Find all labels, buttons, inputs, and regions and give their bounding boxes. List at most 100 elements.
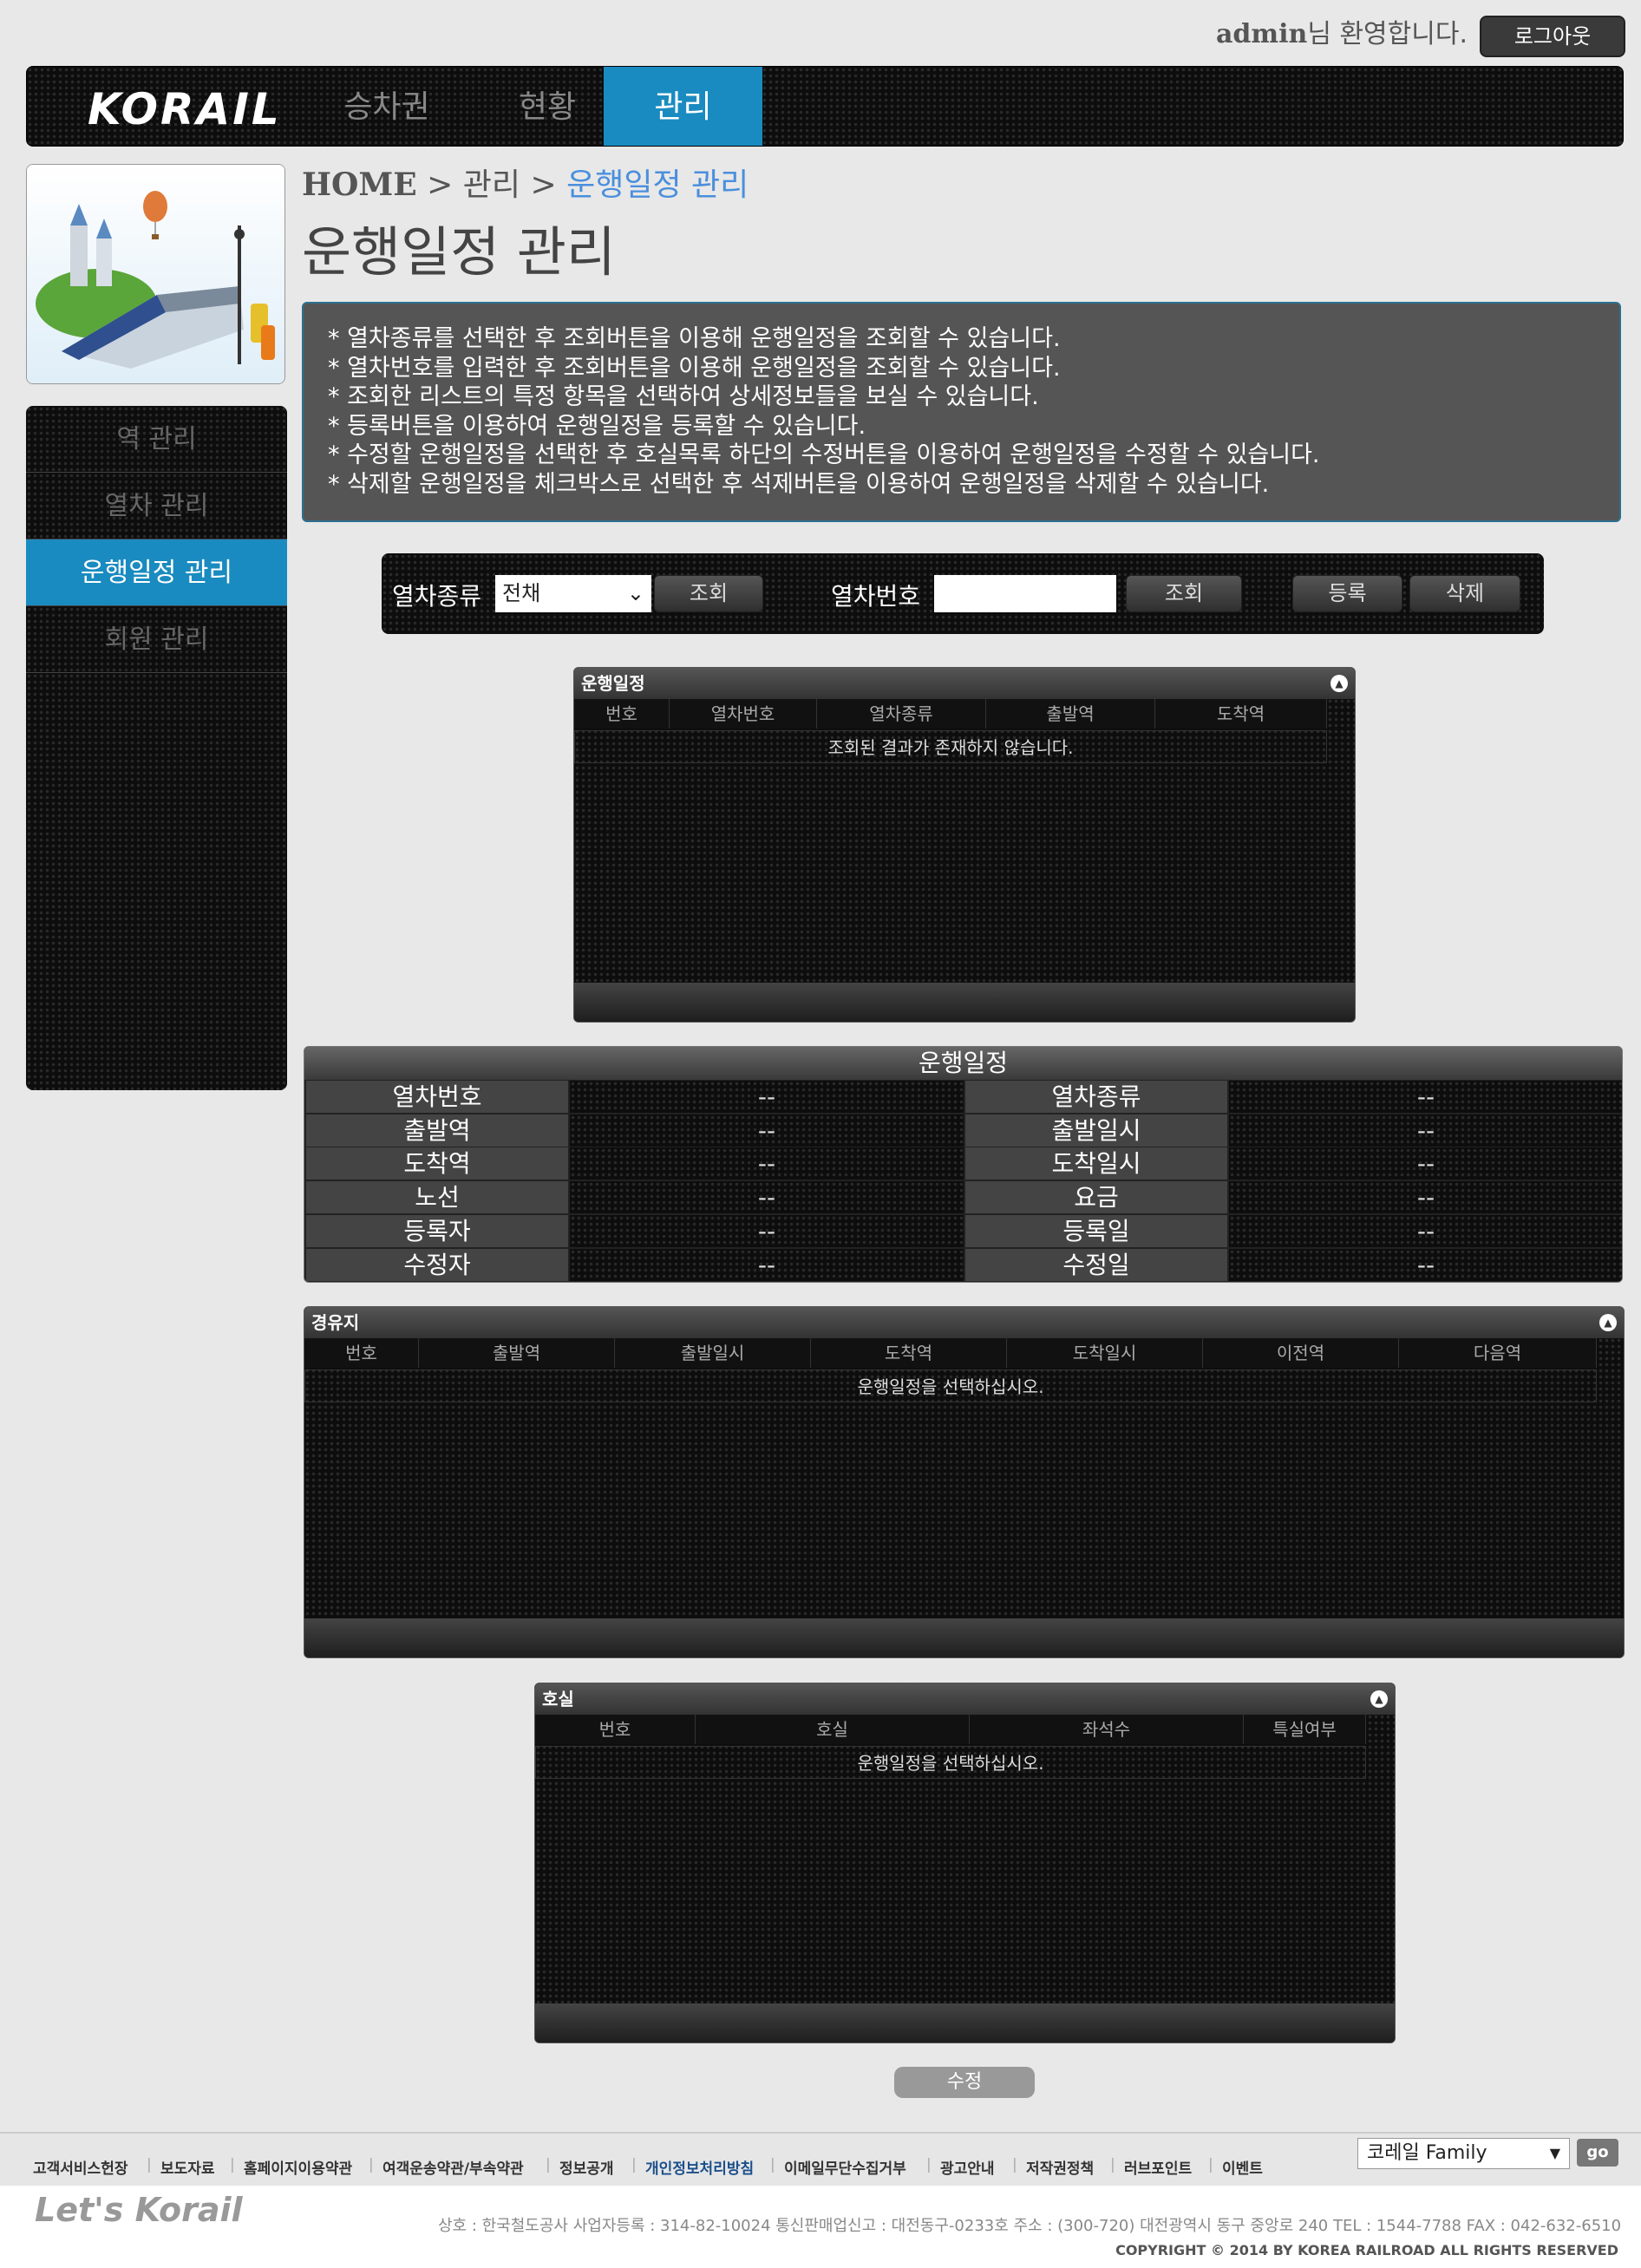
detail-value: --: [1229, 1147, 1622, 1180]
grid-footer: [535, 2003, 1395, 2043]
breadcrumb: HOME > 관리 > 운행일정 관리: [302, 160, 749, 205]
lets-korail-logo: Let's Korail: [35, 2191, 243, 2229]
detail-value: --: [570, 1147, 964, 1180]
help-line: * 열차종류를 선택한 후 조회버튼을 이용해 운행일정을 조회할 수 있습니다…: [328, 325, 1061, 352]
col-header[interactable]: 열차종류: [817, 699, 986, 729]
col-header[interactable]: 다음역: [1399, 1338, 1597, 1368]
col-header[interactable]: 번호: [574, 699, 670, 729]
collapse-icon[interactable]: ▲: [1599, 1314, 1617, 1331]
footer-link[interactable]: 저작권정책: [1026, 2156, 1094, 2178]
delete-button[interactable]: 삭제: [1409, 575, 1520, 612]
copyright: COPYRIGHT © 2014 BY KOREA RAILROAD ALL R…: [1115, 2242, 1618, 2258]
tab-admin[interactable]: 관리: [604, 67, 762, 146]
footer-link[interactable]: 개인정보처리방침: [645, 2156, 754, 2178]
footer-link[interactable]: 이벤트: [1222, 2156, 1263, 2178]
footer-link[interactable]: 이메일무단수집거부: [784, 2156, 906, 2178]
sidebar-item-train[interactable]: 열차 관리: [26, 473, 287, 539]
grid-header-row: 번호 열차번호 열차종류 출발역 도착역: [574, 699, 1327, 729]
col-header[interactable]: 출발일시: [615, 1338, 811, 1368]
company-info: 상호 : 한국철도공사 사업자등록 : 314-82-10024 통신판매업신고…: [438, 2217, 1622, 2235]
col-header[interactable]: 좌석수: [970, 1715, 1244, 1744]
col-header[interactable]: 번호: [535, 1715, 696, 1744]
edit-button[interactable]: 수정: [894, 2067, 1035, 2098]
family-site-select[interactable]: 코레일 Family ▼: [1357, 2138, 1570, 2169]
sidebar-item-member[interactable]: 회원 관리: [26, 606, 287, 673]
grid-title: 경유지: [304, 1307, 1624, 1338]
col-header[interactable]: 도착일시: [1007, 1338, 1203, 1368]
detail-value: --: [1229, 1181, 1622, 1214]
register-button[interactable]: 등록: [1292, 575, 1402, 612]
go-button[interactable]: go: [1577, 2139, 1618, 2167]
footer-link[interactable]: 정보공개: [559, 2156, 614, 2178]
col-header[interactable]: 특실여부: [1244, 1715, 1366, 1744]
help-line: * 열차번호를 입력한 후 조회버튼을 이용해 운행일정을 조회할 수 있습니다…: [328, 354, 1061, 382]
footer-separator: |: [631, 2156, 637, 2173]
dropdown-arrow-icon: ▼: [1549, 2145, 1560, 2161]
collapse-icon[interactable]: ▲: [1370, 1690, 1388, 1708]
empty-message: 조회된 결과가 존재하지 않습니다.: [574, 730, 1327, 763]
col-header[interactable]: 도착역: [1155, 699, 1327, 729]
detail-label: 도착역: [306, 1147, 568, 1180]
tab-status[interactable]: 현황: [478, 67, 617, 146]
detail-label: 등록자: [306, 1214, 568, 1247]
footer-link[interactable]: 보도자료: [160, 2156, 215, 2178]
schedule-detail-table: 운행일정 열차번호 -- 열차종류 -- 출발역 -- 출발일시 -- 도착역 -- 도착일시 -- 노…: [304, 1046, 1623, 1283]
col-header[interactable]: 번호: [304, 1338, 419, 1368]
sidebar-menu: 역 관리 열차 관리 운행일정 관리 회원 관리: [26, 406, 287, 1090]
detail-label: 수정일: [965, 1248, 1227, 1281]
detail-value: --: [570, 1114, 964, 1147]
col-header[interactable]: 이전역: [1203, 1338, 1399, 1368]
waypoint-grid: 경유지 ▲ 번호 출발역 출발일시 도착역 도착일시 이전역 다음역 운행일정을…: [304, 1306, 1625, 1658]
footer-link[interactable]: 고객서비스헌장: [33, 2156, 127, 2178]
detail-label: 수정자: [306, 1248, 568, 1281]
sidebar-item-station[interactable]: 역 관리: [26, 406, 287, 473]
logout-button[interactable]: 로그아웃: [1480, 16, 1625, 57]
footer-separator: |: [369, 2156, 374, 2173]
train-illustration: [26, 164, 285, 384]
footer-link[interactable]: 홈페이지이용약관: [244, 2156, 352, 2178]
grid-title: 운행일정: [574, 668, 1355, 699]
breadcrumb-section[interactable]: 관리: [463, 167, 520, 203]
grid-footer: [574, 983, 1355, 1022]
welcome-suffix: 님 환영합니다.: [1307, 19, 1468, 49]
tab-tickets[interactable]: 승차권: [313, 67, 461, 146]
welcome-text: admin님 환영합니다.: [1216, 16, 1468, 54]
col-header[interactable]: 출발역: [419, 1338, 615, 1368]
room-grid: 호실 ▲ 번호 호실 좌석수 특실여부 운행일정을 선택하십시오.: [534, 1683, 1396, 2043]
train-number-input[interactable]: [934, 575, 1116, 612]
sidebar-item-schedule[interactable]: 운행일정 관리: [26, 539, 287, 606]
col-header[interactable]: 출발역: [986, 699, 1155, 729]
col-header[interactable]: 호실: [696, 1715, 970, 1744]
breadcrumb-home[interactable]: HOME: [302, 167, 417, 203]
footer-separator: |: [926, 2156, 932, 2173]
korail-logo[interactable]: KORAIL: [88, 84, 282, 134]
footer-link[interactable]: 러브포인트: [1124, 2156, 1192, 2178]
footer-separator: |: [1208, 2156, 1213, 2173]
detail-value: --: [570, 1081, 964, 1113]
detail-label: 출발일시: [965, 1114, 1227, 1147]
search-bar: 열차종류 전채 ⌄ 조회 열차번호 조회 등록 삭제: [382, 553, 1544, 634]
detail-value: --: [1229, 1081, 1622, 1113]
search-by-type-button[interactable]: 조회: [654, 575, 763, 612]
help-line: * 수정할 운행일정을 선택한 후 호실목록 하단의 수정버튼을 이용하여 운행…: [328, 441, 1320, 468]
detail-label: 요금: [965, 1181, 1227, 1214]
grid-header-row: 번호 출발역 출발일시 도착역 도착일시 이전역 다음역: [304, 1338, 1597, 1368]
collapse-icon[interactable]: ▲: [1330, 675, 1348, 692]
detail-label: 열차번호: [306, 1081, 568, 1113]
help-line: * 등록버튼을 이용하여 운행일정을 등록할 수 있습니다.: [328, 412, 866, 440]
detail-value: --: [570, 1181, 964, 1214]
grid-footer: [304, 1618, 1624, 1657]
col-header[interactable]: 도착역: [811, 1338, 1007, 1368]
footer-separator: |: [230, 2156, 235, 2173]
footer-link[interactable]: 광고안내: [940, 2156, 995, 2178]
chevron-down-icon: ⌄: [626, 581, 644, 605]
train-number-label: 열차번호: [831, 582, 921, 611]
search-by-number-button[interactable]: 조회: [1126, 575, 1242, 612]
col-header[interactable]: 열차번호: [670, 699, 817, 729]
train-type-select[interactable]: 전채 ⌄: [495, 575, 651, 612]
detail-label: 도착일시: [965, 1147, 1227, 1180]
help-box: * 열차종류를 선택한 후 조회버튼을 이용해 운행일정을 조회할 수 있습니다…: [302, 302, 1621, 522]
detail-title: 운행일정: [304, 1047, 1622, 1080]
footer-link[interactable]: 여객운송약관/부속약관: [382, 2156, 524, 2178]
empty-message: 운행일정을 선택하십시오.: [535, 1746, 1366, 1779]
